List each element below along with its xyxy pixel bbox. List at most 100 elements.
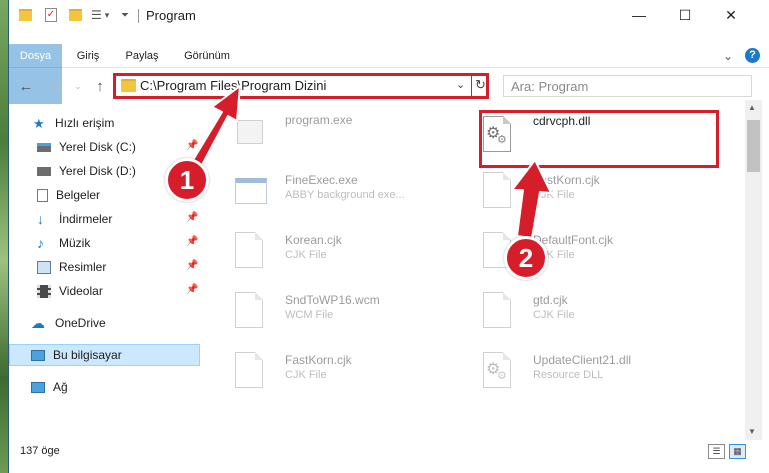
forward-arrow-icon[interactable]: → [47, 77, 65, 95]
pin-icon: 📌 [186, 140, 199, 151]
sidebar-item-pictures[interactable]: Resimler 📌 [9, 256, 204, 278]
file-item[interactable]: FastKorn.cjk CJK File [483, 170, 733, 230]
file-item[interactable]: SndToWP16.wcm WCM File [235, 290, 485, 350]
file-name: FastKorn.cjk [533, 173, 600, 187]
up-arrow-icon[interactable]: ↑ [91, 77, 109, 95]
explorer-window: ✓ ☰ ▾ ⏷ Program — ☐ ✕ Dosya Giriş Paylaş … [8, 0, 769, 473]
item-count: 137 öge [20, 445, 60, 457]
scroll-down-icon[interactable]: ▼ [748, 427, 756, 436]
file-icon [235, 232, 265, 270]
highlight-box [479, 110, 719, 168]
sidebar-item-downloads[interactable]: ↓ İndirmeler 📌 [9, 208, 204, 230]
search-placeholder: Ara: Program [511, 79, 589, 94]
help-icon[interactable]: ? [745, 48, 760, 63]
file-type: Resource DLL [533, 369, 604, 381]
exe-icon [235, 112, 265, 150]
sidebar-item-label: Yerel Disk (C:) [59, 140, 136, 154]
vertical-scrollbar[interactable]: ▲ ▼ [745, 100, 762, 440]
file-icon [483, 172, 513, 210]
folder-icon [121, 79, 136, 92]
address-dropdown-icon[interactable]: ⌄ [456, 78, 465, 91]
step-badge-1: 1 [165, 158, 209, 202]
sidebar-item-network[interactable]: Ağ [9, 376, 204, 398]
file-name: SndToWP16.wcm [285, 293, 380, 307]
file-item[interactable]: FineExec.exe ABBY background exe... [235, 170, 485, 230]
document-icon [37, 188, 48, 202]
address-path[interactable]: C:\Program Files\Program Dizini [140, 78, 326, 93]
ribbon-controls: ⌄ ? [723, 48, 760, 63]
new-folder-icon[interactable] [69, 7, 82, 23]
sidebar-item-disk-c[interactable]: Yerel Disk (C:) 📌 [9, 136, 204, 158]
pictures-icon [37, 260, 51, 274]
address-bar[interactable]: C:\Program Files\Program Dizini ⌄ ↻ [113, 73, 489, 99]
tab-dosya[interactable]: Dosya [9, 44, 62, 104]
sidebar-item-this-pc[interactable]: Bu bilgisayar [9, 344, 200, 366]
sidebar-item-label: Yerel Disk (D:) [59, 164, 136, 178]
computer-icon [31, 349, 45, 361]
file-icon [483, 292, 513, 330]
file-item[interactable]: ⚙ ⚙ UpdateClient21.dll Resource DLL [483, 350, 733, 410]
navigation-pane: ★ Hızlı erişim Yerel Disk (C:) 📌 Yerel D… [9, 108, 209, 438]
file-item[interactable]: Korean.cjk CJK File [235, 230, 485, 290]
maximize-button[interactable]: ☐ [662, 0, 708, 30]
file-icon [235, 292, 265, 330]
back-arrow-icon[interactable]: ← [17, 77, 35, 95]
sidebar-item-videos[interactable]: Videolar 📌 [9, 280, 204, 302]
sidebar-item-label: Müzik [59, 236, 91, 250]
video-icon [37, 284, 51, 298]
file-name: Korean.cjk [285, 233, 342, 247]
pin-icon: 📌 [186, 212, 199, 223]
sidebar-item-music[interactable]: ♪ Müzik 📌 [9, 232, 204, 254]
view-options-icon[interactable]: ☰ ▾ [91, 7, 109, 23]
ribbon-expand-icon[interactable]: ⌄ [723, 49, 733, 63]
file-type: CJK File [533, 309, 575, 321]
file-type: ABBY background exe... [285, 189, 405, 201]
window-title: Program [146, 8, 196, 23]
sidebar-item-label: Hızlı erişim [55, 116, 115, 130]
tab-gorunum[interactable]: Görünüm [173, 44, 241, 68]
file-item[interactable]: gtd.cjk CJK File [483, 290, 733, 350]
close-button[interactable]: ✕ [708, 0, 754, 30]
sidebar-item-onedrive[interactable]: ☁ OneDrive [9, 312, 204, 334]
tab-giris[interactable]: Giriş [64, 44, 112, 68]
minimize-button[interactable]: — [616, 0, 662, 30]
file-name: DefaultFont.cjk [533, 233, 614, 247]
sidebar-item-label: Resimler [59, 260, 107, 274]
sidebar-item-label: Ağ [53, 380, 68, 394]
pin-icon: 📌 [186, 236, 199, 247]
details-view-icon[interactable]: ☰ [708, 444, 725, 459]
customize-toolbar-icon[interactable]: ⏷ [121, 7, 129, 23]
view-switcher: ☰ ▦ [708, 444, 746, 459]
sidebar-item-label: Videolar [59, 284, 103, 298]
music-icon: ♪ [37, 234, 44, 251]
title-bar: ✓ ☰ ▾ ⏷ Program — ☐ ✕ [9, 0, 769, 30]
scroll-thumb[interactable] [747, 120, 760, 172]
file-type: WCM File [285, 309, 334, 321]
title-divider [138, 9, 139, 23]
properties-icon[interactable]: ✓ [45, 7, 57, 23]
search-input[interactable]: Ara: Program [503, 75, 752, 97]
tab-paylas[interactable]: Paylaş [116, 44, 168, 68]
file-name: UpdateClient21.dll [533, 353, 632, 367]
folder-icon [19, 7, 32, 23]
file-name: FineExec.exe [285, 173, 358, 187]
network-icon [31, 381, 45, 393]
file-item[interactable]: program.exe [235, 110, 485, 170]
download-icon: ↓ [37, 210, 44, 227]
pin-icon: 📌 [186, 260, 199, 271]
file-name: FastKorn.cjk [285, 353, 352, 367]
file-type: CJK File [533, 189, 575, 201]
sidebar-item-label: OneDrive [55, 316, 106, 330]
large-icons-view-icon[interactable]: ▦ [729, 444, 746, 459]
recent-chevron-icon[interactable]: ⌄ [69, 77, 87, 95]
sidebar-item-quick-access[interactable]: ★ Hızlı erişim [9, 112, 204, 134]
dll-gear-icon: ⚙ ⚙ [483, 352, 513, 390]
sidebar-item-label: İndirmeler [59, 212, 113, 226]
pin-icon: 📌 [186, 284, 199, 295]
file-icon [235, 352, 265, 390]
refresh-icon[interactable]: ↻ [475, 77, 486, 93]
file-item[interactable]: FastKorn.cjk CJK File [235, 350, 485, 410]
scroll-up-icon[interactable]: ▲ [748, 103, 756, 112]
exe-icon [235, 172, 267, 210]
step-badge-2: 2 [504, 236, 548, 280]
